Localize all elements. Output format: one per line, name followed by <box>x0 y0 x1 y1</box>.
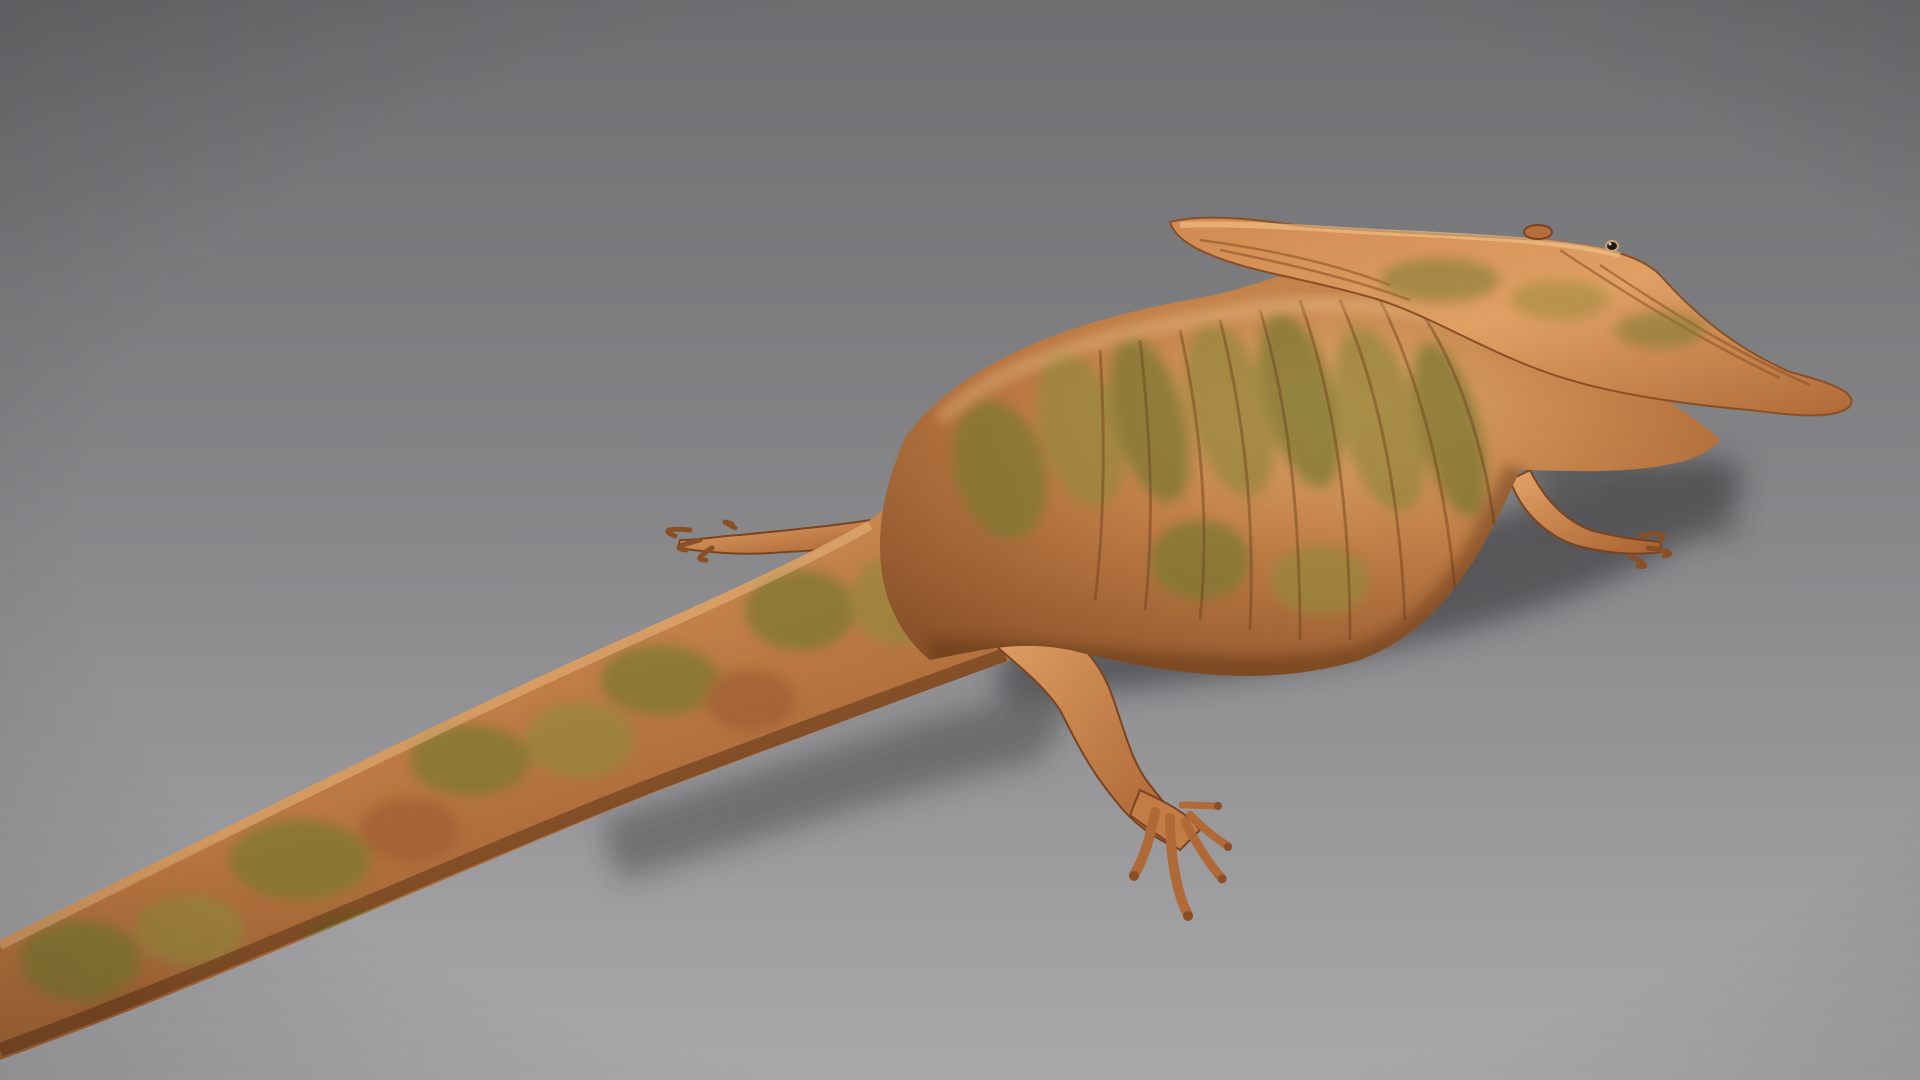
render-viewport <box>0 0 1920 1080</box>
vignette-overlay <box>0 0 1920 1080</box>
scene-canvas <box>0 0 1920 1080</box>
